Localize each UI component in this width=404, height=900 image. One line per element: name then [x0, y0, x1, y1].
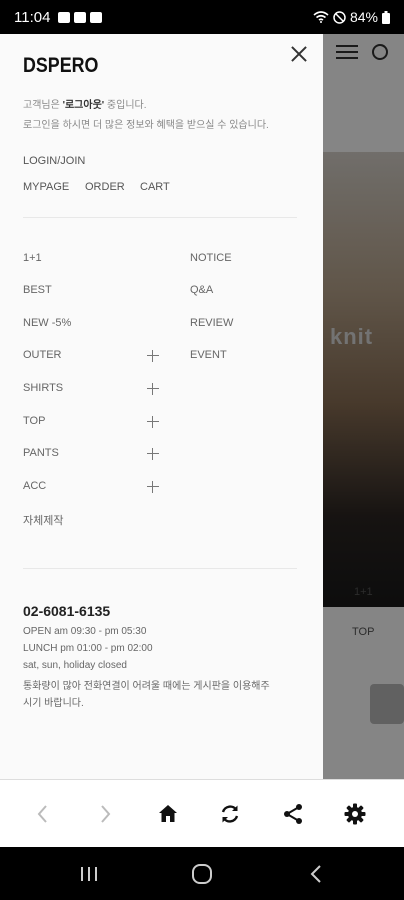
home-circle-icon — [192, 863, 212, 884]
refresh-icon — [221, 805, 239, 823]
refresh-button[interactable] — [210, 780, 250, 848]
share-button[interactable] — [273, 780, 313, 848]
menu-item-pants[interactable]: PANTS — [23, 447, 59, 459]
login-join-link[interactable]: LOGIN/JOIN — [23, 155, 85, 167]
home-system-button[interactable] — [177, 847, 227, 900]
media-icon — [74, 11, 87, 23]
settings-icon — [344, 803, 366, 825]
system-back-icon — [310, 864, 321, 883]
recent-apps-button[interactable] — [64, 847, 114, 900]
lunch-hours: LUNCH pm 01:00 - pm 02:00 — [23, 643, 153, 654]
menu-item-1plus1[interactable]: 1+1 — [23, 252, 42, 264]
forward-icon — [101, 805, 111, 823]
system-nav-bar — [0, 847, 404, 900]
share-icon — [284, 804, 302, 824]
login-status-text: 고객님은 '로그아웃' 중입니다. — [23, 100, 147, 111]
contact-note: 시기 바랍니다. — [23, 698, 84, 709]
battery-icon — [382, 10, 390, 24]
app-notification-icon — [90, 11, 103, 23]
menu-item-notice[interactable]: NOTICE — [190, 252, 232, 264]
wifi-icon — [313, 11, 329, 23]
status-time: 11:04 — [14, 8, 51, 26]
menu-item-new[interactable]: NEW -5% — [23, 317, 71, 329]
menu-item-top[interactable]: TOP — [23, 415, 45, 427]
expand-top-plus-icon[interactable] — [147, 416, 159, 428]
closed-days: sat, sun, holiday closed — [23, 660, 127, 671]
contact-phone[interactable]: 02-6081-6135 — [23, 603, 110, 619]
menu-item-best[interactable]: BEST — [23, 284, 52, 296]
forward-button[interactable] — [85, 780, 125, 848]
menu-item-own-production[interactable]: 자체제작 — [23, 512, 63, 528]
menu-item-shirts[interactable]: SHIRTS — [23, 382, 63, 394]
menu-item-outer[interactable]: OUTER — [23, 349, 62, 361]
dnd-icon — [333, 10, 346, 24]
expand-outer-plus-icon[interactable] — [147, 350, 159, 362]
cart-link[interactable]: CART — [140, 181, 170, 193]
battery-percent: 84% — [349, 9, 378, 25]
side-drawer: DSPERO 고객님은 '로그아웃' 중입니다. 로그인을 하시면 더 많은 정… — [0, 34, 323, 779]
menu-item-review[interactable]: REVIEW — [190, 317, 233, 329]
mypage-link[interactable]: MYPAGE — [23, 181, 69, 193]
expand-acc-plus-icon[interactable] — [147, 481, 159, 493]
divider — [23, 217, 297, 218]
login-benefit-text: 로그인을 하시면 더 많은 정보와 혜택을 받으실 수 있습니다. — [23, 120, 269, 131]
back-icon — [37, 805, 47, 823]
order-link[interactable]: ORDER — [85, 181, 125, 193]
divider — [23, 568, 297, 569]
home-button[interactable] — [148, 780, 188, 848]
expand-shirts-plus-icon[interactable] — [147, 383, 159, 395]
back-button[interactable] — [23, 780, 63, 848]
system-back-button[interactable] — [291, 847, 341, 900]
browser-toolbar — [0, 779, 404, 847]
status-bar: 11:04 84% — [0, 0, 404, 34]
recent-apps-icon — [81, 866, 97, 881]
home-icon — [159, 805, 177, 822]
settings-button[interactable] — [335, 780, 375, 848]
brand-logo[interactable]: DSPERO — [23, 54, 98, 78]
gallery-icon — [58, 11, 71, 23]
menu-item-event[interactable]: EVENT — [190, 349, 227, 361]
menu-item-qna[interactable]: Q&A — [190, 284, 213, 296]
expand-pants-plus-icon[interactable] — [147, 448, 159, 460]
close-icon[interactable] — [288, 44, 310, 66]
contact-note: 통화량이 많아 전화연결이 어려울 때에는 게시판을 이용해주 — [23, 681, 270, 692]
menu-item-acc[interactable]: ACC — [23, 480, 46, 492]
open-hours: OPEN am 09:30 - pm 05:30 — [23, 626, 147, 637]
